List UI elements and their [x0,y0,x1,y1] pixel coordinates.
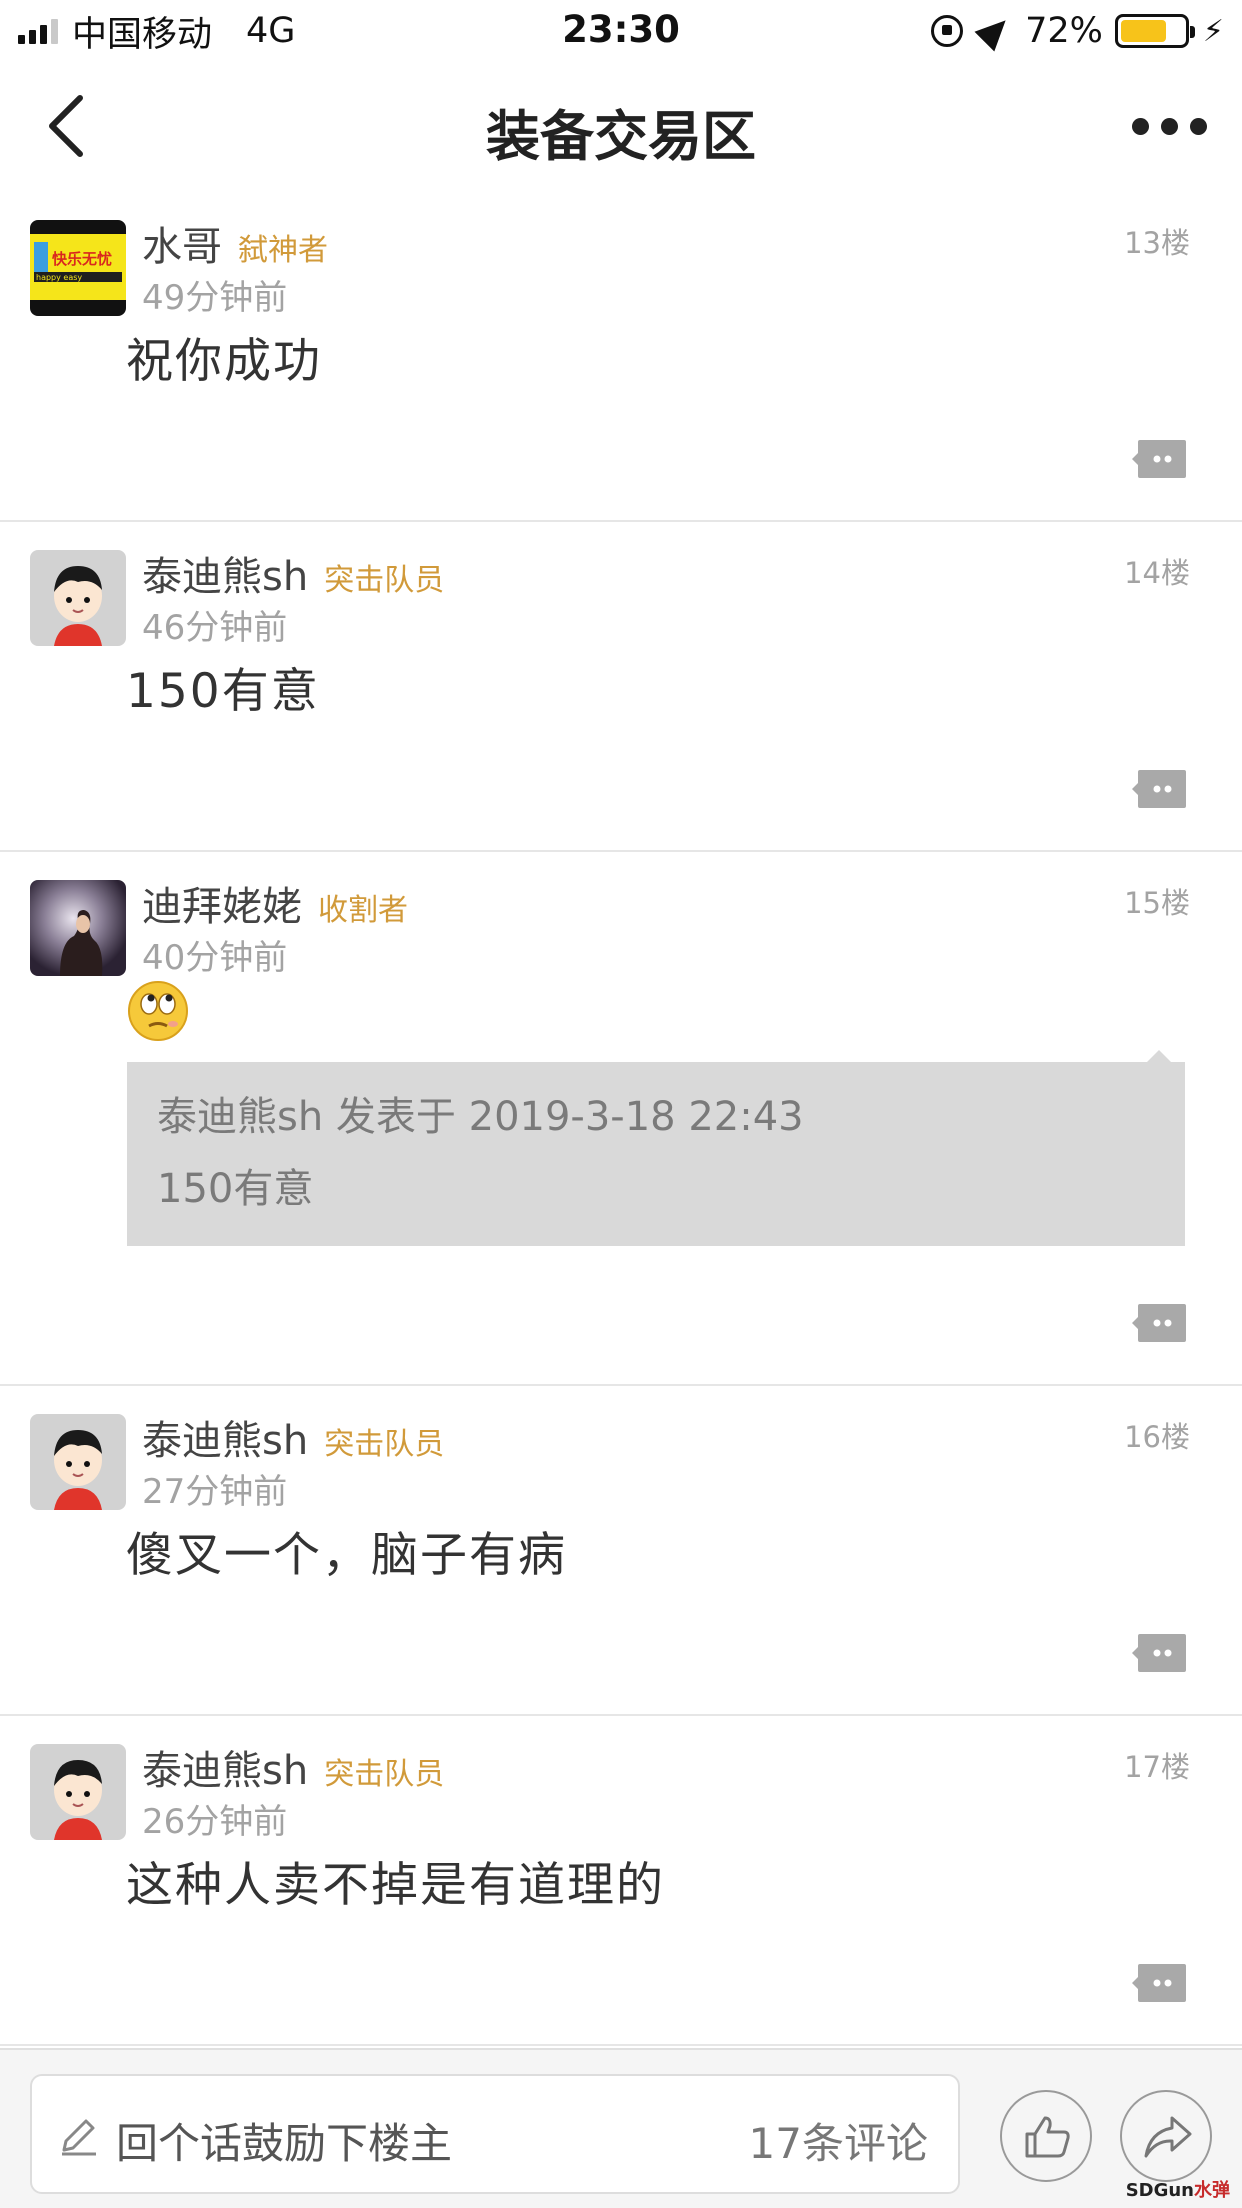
user-badge: 弑神者 [238,233,328,268]
battery-icon [1114,14,1195,48]
comment-count[interactable]: 17条评论 [749,2110,928,2171]
charging-icon: ⚡ [1202,13,1224,49]
nav-bar: 装备交易区 [0,62,1242,192]
share-icon [1144,2116,1192,2158]
comment-item: 泰迪熊sh 突击队员 27分钟前 16楼 傻叉一个，脑子有病 [0,1386,1242,1716]
pencil-icon [62,2119,96,2156]
user-badge: 突击队员 [324,563,445,598]
quoted-reply[interactable]: 泰迪熊sh 发表于 2019-3-18 22:43 150有意 [127,1050,1185,1246]
avatar[interactable]: 快乐无忧 happy easy [30,220,126,316]
comment-bubble-icon [1132,1964,1186,2002]
avatar-cartoon-boy [30,550,126,646]
rotation-lock-icon [931,15,964,47]
thumbs-up-icon [1025,2116,1070,2158]
share-button[interactable] [1120,2090,1212,2182]
comment-time: 26分钟前 [142,1802,288,1842]
reply-button[interactable] [1130,1302,1188,1344]
comment-bubble-icon [1132,770,1186,808]
status-bar: 中国移动 4G 23:30 72% ⚡ [0,0,1242,62]
reply-button[interactable] [1130,1632,1188,1674]
avatar[interactable] [30,1744,126,1840]
svg-text:happy easy: happy easy [36,273,82,282]
quote-header: 泰迪熊sh 发表于 2019-3-18 22:43 [157,1094,804,1140]
watermark: SDGun水弹 [1125,2180,1230,2201]
avatar-photo [30,880,126,976]
comment-text: 这种人卖不掉是有道理的 [126,1858,665,1913]
floor-number: 13楼 [1124,226,1190,260]
reply-button[interactable] [1130,1962,1188,2004]
more-button[interactable] [1124,108,1214,144]
avatar[interactable] [30,880,126,976]
comment-bubble-icon [1132,440,1186,478]
rolling-eyes-emoji-icon [128,981,188,1041]
user-name[interactable]: 迪拜姥姥 [142,874,302,932]
reply-button[interactable] [1130,768,1188,810]
location-icon [974,10,1016,52]
user-name[interactable]: 泰迪熊sh [142,544,308,602]
battery-percent: 72% [1025,11,1103,51]
floor-number: 14楼 [1124,556,1190,590]
bottom-bar: 回个话鼓励下楼主 17条评论 SDGun水弹 [0,2048,1242,2208]
comment-item: 泰迪熊sh 突击队员 46分钟前 14楼 150有意 [0,522,1242,852]
user-name[interactable]: 泰迪熊sh [142,1738,308,1796]
user-badge: 突击队员 [324,1427,445,1462]
comment-time: 49分钟前 [142,278,288,318]
comment-time: 46分钟前 [142,608,288,648]
input-placeholder: 回个话鼓励下楼主 [116,2119,453,2168]
floor-number: 15楼 [1124,886,1190,920]
user-name[interactable]: 水哥 [142,214,222,272]
comment-item: 泰迪熊sh 突击队员 26分钟前 17楼 这种人卖不掉是有道理的 [0,1716,1242,2046]
floor-number: 17楼 [1124,1750,1190,1784]
comment-input[interactable]: 回个话鼓励下楼主 17条评论 [30,2074,960,2194]
svg-text:快乐无忧: 快乐无忧 [52,250,112,268]
user-badge: 突击队员 [324,1757,445,1792]
page-title: 装备交易区 [486,105,756,168]
avatar[interactable] [30,550,126,646]
avatar-logo: 快乐无忧 happy easy [30,220,126,316]
comment-time: 40分钟前 [142,938,288,978]
comment-text: 150有意 [126,664,320,719]
battery-fill [1120,20,1166,42]
user-name[interactable]: 泰迪熊sh [142,1408,308,1466]
comment-bubble-icon [1132,1634,1186,1672]
comment-item: 迪拜姥姥 收割者 40分钟前 15楼 泰迪熊sh 发表于 2019-3-18 2… [0,852,1242,1386]
user-badge: 收割者 [318,893,408,928]
avatar-cartoon-boy [30,1414,126,1510]
comment-item: 快乐无忧 happy easy 水哥 弑神者 49分钟前 13楼 祝你成功 [0,192,1242,522]
comment-text: 祝你成功 [126,334,322,389]
comment-time: 27分钟前 [142,1472,288,1512]
reply-button[interactable] [1130,438,1188,480]
avatar[interactable] [30,1414,126,1510]
quote-body: 150有意 [157,1166,314,1212]
more-dots-icon [1131,117,1149,135]
comment-text: 傻叉一个，脑子有病 [126,1528,567,1583]
avatar-cartoon-boy [30,1744,126,1840]
comment-bubble-icon [1132,1304,1186,1342]
like-button[interactable] [1000,2090,1092,2182]
floor-number: 16楼 [1124,1420,1190,1454]
